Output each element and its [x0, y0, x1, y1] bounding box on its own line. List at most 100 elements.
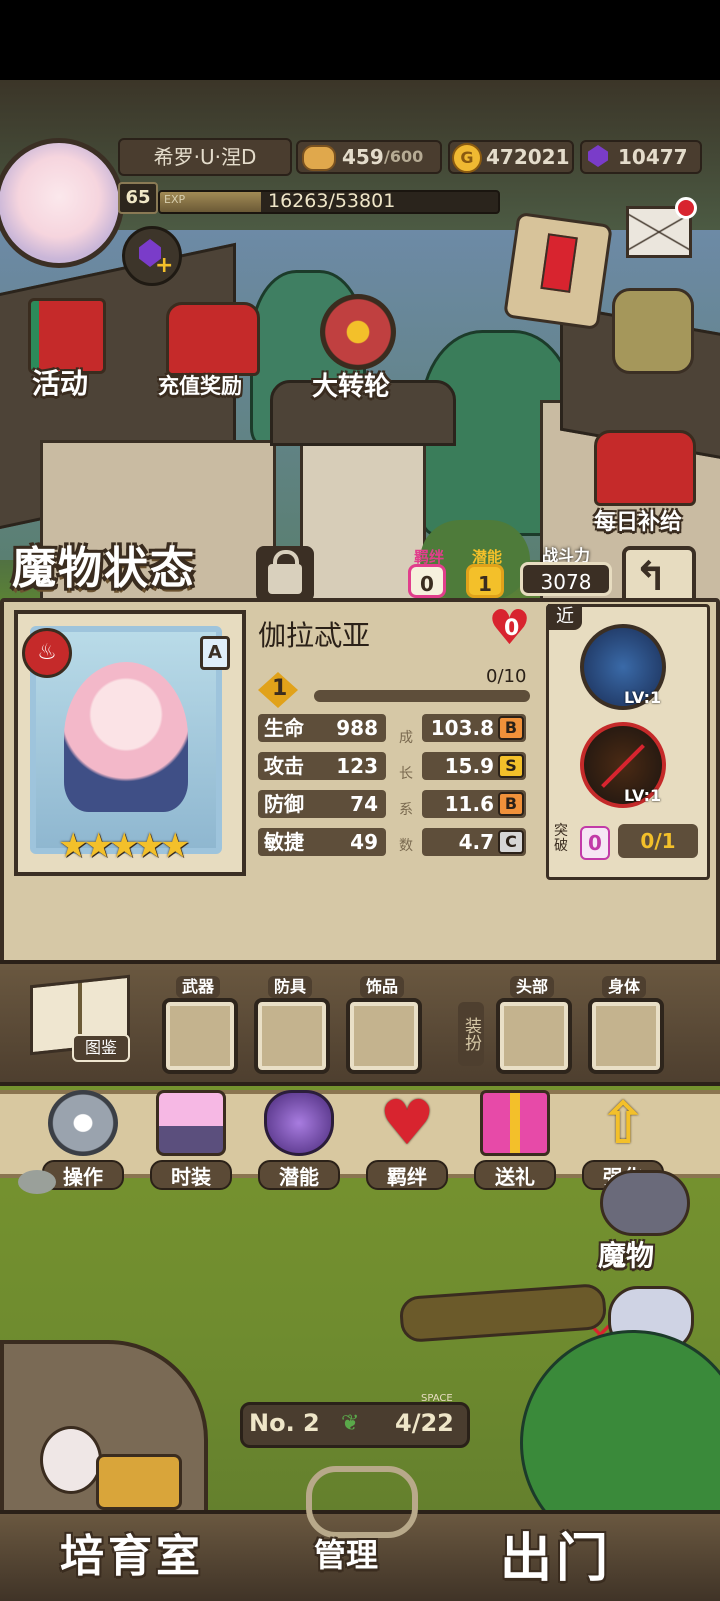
operate-button[interactable]: 操作 [42, 1086, 124, 1190]
player-name: 希罗·U·涅D [153, 145, 257, 169]
weapon-tag: 武器 [176, 976, 221, 998]
stat-name: 攻击 [264, 754, 304, 778]
chest-icon [594, 430, 696, 506]
gem-counter[interactable]: 10477 [580, 140, 702, 174]
fashion-label: 时装 [150, 1160, 232, 1190]
stone [18, 1170, 56, 1194]
food-value: 459 [342, 145, 384, 169]
skill-2-locked-icon [601, 744, 645, 788]
manage-tab[interactable]: 管理 [294, 1456, 430, 1601]
dirt-patch [398, 1282, 608, 1344]
star-progress-bar [314, 690, 530, 702]
lock-shackle [273, 550, 299, 572]
skill-2-level: LV:1 [624, 786, 662, 805]
armor-tag: 防具 [268, 976, 313, 998]
growth-grade: C [498, 830, 524, 854]
activity-button[interactable]: 活动 [14, 288, 114, 400]
game-screen: 希罗·U·涅D 65 EXP 16263/53801 459 /600 G 47… [0, 80, 720, 1601]
monsters-button[interactable]: 魔物 [590, 1170, 700, 1280]
activity-label: 活动 [32, 367, 89, 400]
stats-table: 生命 988 103.8 B 攻击 123 15.9 S 防御 74 11.6 B 敏捷 49 4.7 C [250, 714, 540, 864]
bond-button[interactable]: ♥ 羁绊 [366, 1086, 448, 1190]
growth-row-2: 11.6 B [422, 790, 526, 818]
backpack-button[interactable] [612, 288, 694, 374]
recharge-reward-button[interactable]: 充值奖励 [150, 292, 266, 402]
quest-scroll-button[interactable] [503, 211, 613, 331]
sprout-icon: ❦ [341, 1411, 360, 1436]
gold-counter[interactable]: G 472021 [448, 140, 574, 174]
panel-title: 魔物状态 [12, 543, 196, 594]
growth-row-3: 4.7 C [422, 828, 526, 856]
exclamation-icon [540, 233, 578, 293]
body-slot[interactable] [588, 998, 664, 1074]
skill-1-button[interactable]: LV:1 [580, 624, 666, 710]
growth-char-2: 长 [399, 766, 413, 782]
star-icon: ★ [108, 826, 140, 866]
head-tag: 头部 [510, 976, 555, 998]
affection-heart: ♥ 0 [488, 604, 536, 652]
codex-button[interactable]: 图鉴 [30, 974, 130, 1062]
room-indicator: No. 2 ❦ SPACE 4/22 [240, 1393, 470, 1448]
monsters-label: 魔物 [598, 1239, 655, 1272]
stat-value: 988 [336, 716, 378, 740]
mail-button[interactable] [626, 197, 697, 258]
head-slot[interactable] [496, 998, 572, 1074]
break-label: 突破 [554, 823, 568, 854]
monster-portrait [64, 662, 188, 812]
add-gem-button[interactable]: + [122, 226, 182, 286]
stat-row-3: 敏捷 49 [258, 828, 386, 856]
growth-row-1: 15.9 S [422, 752, 526, 780]
daily-supply-button[interactable]: 每日补给 [580, 424, 710, 535]
armor-slot[interactable] [254, 998, 330, 1074]
fashion-button[interactable]: 时装 [150, 1086, 232, 1190]
food-max: /600 [384, 147, 424, 166]
daily-supply-label: 每日补给 [594, 510, 683, 535]
gem-value: 10477 [618, 145, 688, 169]
nursery-tab[interactable]: 培育室 [60, 1520, 204, 1584]
back-arrow-icon: ↰ [634, 554, 668, 600]
potential-button[interactable]: 潜能 [258, 1086, 340, 1190]
big-wheel-button[interactable]: 大转轮 [302, 290, 414, 402]
skill-1-level: LV:1 [624, 688, 662, 707]
break-value: 0 [580, 826, 610, 860]
notification-dot [675, 197, 697, 219]
growth-char-4: 数 [399, 838, 413, 854]
player-avatar[interactable] [0, 138, 124, 268]
exp-text: 16263/53801 [268, 190, 396, 212]
egg-icon [40, 1426, 102, 1494]
stat-row-2: 防御 74 [258, 790, 386, 818]
exit-tab[interactable]: 出门 [500, 1516, 612, 1591]
star-icon: ★ [83, 826, 114, 866]
monster-card[interactable]: ♨ A ★★★★★ [14, 610, 246, 876]
lock-button[interactable] [256, 546, 314, 602]
food-counter[interactable]: 459 /600 [296, 140, 442, 174]
star-level-badge: 1 [258, 672, 298, 708]
accessory-slot[interactable] [346, 998, 422, 1074]
growth-coefficient-label: 成 长 系 数 [396, 720, 416, 864]
exp-bar: EXP 16263/53801 [158, 190, 500, 214]
accessory-tag: 饰品 [360, 976, 405, 998]
body-tag: 身体 [602, 976, 647, 998]
growth-value: 4.7 [458, 830, 494, 854]
bond-value: 0 [408, 564, 446, 598]
range-tag: 近 [548, 604, 582, 630]
keys-icon [306, 1466, 418, 1538]
growth-value: 15.9 [444, 754, 494, 778]
stat-value: 74 [350, 792, 378, 816]
potential-value: 1 [466, 564, 504, 598]
gift-button[interactable]: 送礼 [474, 1086, 556, 1190]
growth-grade: S [498, 754, 524, 778]
star-level-value: 1 [272, 676, 288, 701]
recharge-reward-label: 充值奖励 [158, 374, 242, 398]
combat-power-indicator: 战斗力 3078 [520, 542, 612, 598]
bread-icon [302, 145, 336, 171]
manage-label: 管理 [314, 1536, 379, 1574]
hay-bale [96, 1454, 182, 1510]
bond-indicator: 羁绊 0 [404, 546, 454, 598]
potential-indicator: 潜能 1 [462, 546, 512, 598]
gift-label: 送礼 [474, 1160, 556, 1190]
weapon-slot[interactable] [162, 998, 238, 1074]
skill-2-button[interactable]: LV:1 [580, 722, 666, 808]
growth-row-0: 103.8 B [422, 714, 526, 742]
gift-icon [480, 1090, 550, 1156]
